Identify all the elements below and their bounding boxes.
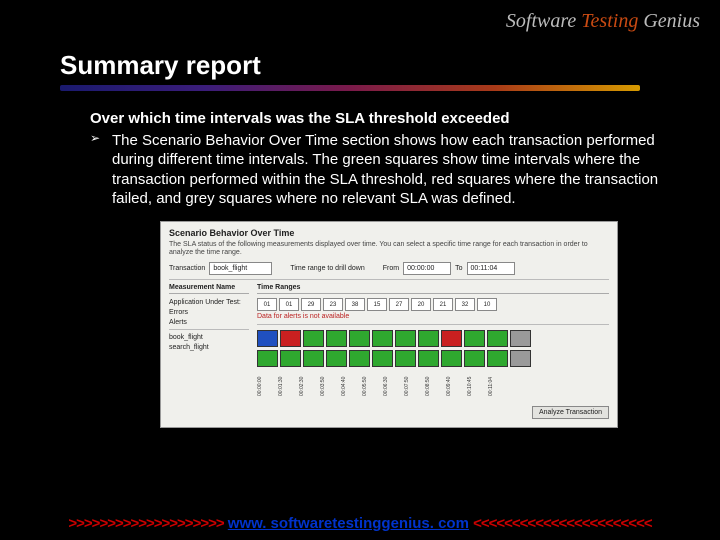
row-label: Alerts [169, 319, 249, 326]
from-input[interactable]: 00:00:00 [403, 262, 451, 275]
footer-arrows-left: >>>>>>>>>>>>>>>>>>>> [68, 515, 223, 532]
tick-cell: 01 [257, 298, 277, 311]
sla-cell [510, 330, 531, 347]
row-label: book_flight [169, 334, 249, 341]
sla-cell [280, 350, 301, 367]
transaction-label: Transaction [169, 265, 205, 272]
x-label: 00:04:40 [341, 370, 360, 402]
logo-word-2: Testing [581, 10, 638, 32]
tick-cell: 38 [345, 298, 365, 311]
sla-cell [349, 350, 370, 367]
sla-row-search-flight [257, 350, 609, 367]
x-label: 00:09:40 [446, 370, 465, 402]
sla-table: Measurement Name Application Under Test:… [169, 284, 609, 419]
footer-url[interactable]: www. softwaretestinggenius. com [228, 515, 469, 532]
x-axis-labels: 00:00:00 00:01:30 00:02:30 00:03:50 00:0… [257, 370, 609, 402]
x-label: 00:08:50 [425, 370, 444, 402]
bullet-icon: ➢ [90, 131, 112, 209]
alerts-note: Data for alerts is not available [257, 313, 609, 320]
section-heading: Over which time intervals was the SLA th… [90, 109, 700, 129]
row-label: Errors [169, 309, 249, 316]
footer-arrows-right: <<<<<<<<<<<<<<<<<<<<<<< [473, 515, 651, 532]
from-label: From [383, 265, 399, 272]
drill-label: Time range to drill down [290, 265, 364, 272]
body-text: Over which time intervals was the SLA th… [90, 109, 700, 209]
to-label: To [455, 265, 462, 272]
x-label: 00:10:45 [467, 370, 486, 402]
sla-cell [326, 330, 347, 347]
tick-cell: 01 [279, 298, 299, 311]
x-label: 00:03:50 [320, 370, 339, 402]
sla-cell [326, 350, 347, 367]
sla-cell [464, 330, 485, 347]
sla-cell [303, 330, 324, 347]
tick-cell: 23 [323, 298, 343, 311]
bullet-item: ➢ The Scenario Behavior Over Time sectio… [90, 131, 700, 209]
x-label: 00:02:30 [299, 370, 318, 402]
row-label: Application Under Test: [169, 299, 249, 306]
transaction-select[interactable]: book_flight [209, 262, 272, 275]
sla-cell [510, 350, 531, 367]
sla-cell [303, 350, 324, 367]
sla-cell [349, 330, 370, 347]
sla-cell [441, 350, 462, 367]
footer: >>>>>>>>>>>>>>>>>>>> www. softwaretestin… [0, 515, 720, 532]
row-label: search_flight [169, 344, 249, 351]
tick-cell: 32 [455, 298, 475, 311]
time-column: Time Ranges 01 01 29 23 38 15 27 20 21 3… [257, 284, 609, 419]
x-label: 00:01:30 [278, 370, 297, 402]
sla-cell [372, 330, 393, 347]
sla-row-book-flight [257, 330, 609, 347]
tick-cell: 29 [301, 298, 321, 311]
tick-row: 01 01 29 23 38 15 27 20 21 32 10 [257, 298, 609, 311]
slide-title: Summary report [60, 50, 700, 81]
name-column: Measurement Name Application Under Test:… [169, 284, 249, 419]
sla-cell [441, 330, 462, 347]
x-label: 00:06:30 [383, 370, 402, 402]
logo-word-3: Genius [643, 10, 700, 32]
analyze-transaction-button[interactable]: Analyze Transaction [532, 406, 609, 419]
sla-cell [464, 350, 485, 367]
brand-logo: Software Testing Genius [506, 10, 700, 33]
filter-row: Transaction book_flight Time range to dr… [169, 262, 609, 275]
tick-cell: 27 [389, 298, 409, 311]
tick-cell: 10 [477, 298, 497, 311]
panel-title: Scenario Behavior Over Time [169, 228, 609, 238]
sla-cell [395, 350, 416, 367]
sla-cell [257, 330, 278, 347]
sla-cell [280, 330, 301, 347]
divider [169, 279, 609, 280]
to-input[interactable]: 00:11:04 [467, 262, 515, 275]
x-label: 00:07:50 [404, 370, 423, 402]
sla-cell [487, 330, 508, 347]
x-label: 00:05:50 [362, 370, 381, 402]
logo-word-1: Software [506, 10, 576, 32]
tick-cell: 21 [433, 298, 453, 311]
col-header-time: Time Ranges [257, 284, 609, 294]
sla-cell [395, 330, 416, 347]
title-underline [60, 85, 640, 91]
x-label: 00:11:04 [488, 370, 507, 402]
sla-cell [372, 350, 393, 367]
slide-content: Summary report Over which time intervals… [60, 50, 700, 428]
panel-description: The SLA status of the following measurem… [169, 241, 609, 258]
sla-cell [418, 330, 439, 347]
tick-cell: 20 [411, 298, 431, 311]
sla-cell [257, 350, 278, 367]
col-header-name: Measurement Name [169, 284, 249, 294]
bullet-text: The Scenario Behavior Over Time section … [112, 131, 700, 209]
sla-cell [487, 350, 508, 367]
x-label: 00:00:00 [257, 370, 276, 402]
embedded-screenshot: Scenario Behavior Over Time The SLA stat… [160, 221, 618, 429]
tick-cell: 15 [367, 298, 387, 311]
sla-cell [418, 350, 439, 367]
